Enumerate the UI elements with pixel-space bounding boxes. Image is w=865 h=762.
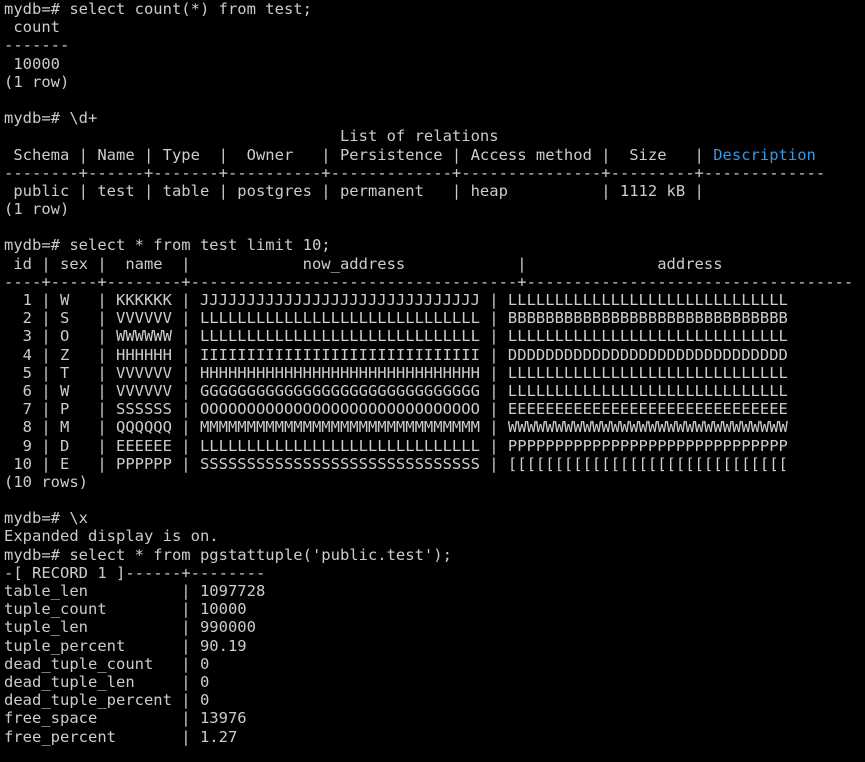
terminal-line: Schema | Name | Type | Owner | Persisten…	[4, 146, 865, 164]
terminal-line-text: (1 row)	[4, 72, 70, 91]
terminal-line-text: 8 | M | QQQQQQ | MMMMMMMMMMMMMMMMMMMMMMM…	[4, 418, 788, 437]
terminal-output: mydb=# select count(*) from test; count -…	[4, 0, 865, 746]
terminal-line: mydb=# select * from pgstattuple('public…	[4, 546, 865, 564]
terminal-line: count	[4, 18, 865, 36]
terminal-line: (1 row)	[4, 200, 865, 218]
terminal-window[interactable]: mydb=# select count(*) from test; count -…	[0, 0, 865, 762]
terminal-line-text: ----+-----+--------+--------------------…	[4, 272, 854, 291]
terminal-line: free_space | 13976	[4, 709, 865, 727]
terminal-line: 3 | O | WWWWWW | LLLLLLLLLLLLLLLLLLLLLLL…	[4, 327, 865, 345]
terminal-line-text: --------+------+-------+----------+-----…	[4, 163, 826, 182]
terminal-line: -------	[4, 36, 865, 54]
terminal-line-text: 10 | E | PPPPPP | SSSSSSSSSSSSSSSSSSSSSS…	[4, 454, 788, 473]
terminal-line: List of relations	[4, 127, 865, 145]
terminal-line: 4 | Z | HHHHHH | IIIIIIIIIIIIIIIIIIIIIII…	[4, 346, 865, 364]
terminal-line: 10 | E | PPPPPP | SSSSSSSSSSSSSSSSSSSSSS…	[4, 455, 865, 473]
terminal-line-text: 5 | T | VVVVVV | HHHHHHHHHHHHHHHHHHHHHHH…	[4, 363, 788, 382]
terminal-line-text: (10 rows)	[4, 472, 88, 491]
terminal-line-text: mydb=# select * from test limit 10;	[4, 236, 331, 255]
terminal-line-text: 7 | P | SSSSSS | OOOOOOOOOOOOOOOOOOOOOOO…	[4, 400, 788, 419]
terminal-line-text: mydb=# \x	[4, 509, 88, 528]
terminal-line-text: tuple_len | 990000	[4, 618, 256, 637]
terminal-line: tuple_len | 990000	[4, 618, 865, 636]
terminal-line: 9 | D | EEEEEE | LLLLLLLLLLLLLLLLLLLLLLL…	[4, 437, 865, 455]
terminal-line-text: tuple_count | 10000	[4, 600, 247, 619]
terminal-line-text: 3 | O | WWWWWW | LLLLLLLLLLLLLLLLLLLLLLL…	[4, 327, 788, 346]
terminal-line-text: dead_tuple_count | 0	[4, 654, 210, 673]
terminal-line-text: public | test | table | postgres | perma…	[4, 181, 704, 200]
terminal-line: mydb=# select * from test limit 10;	[4, 236, 865, 254]
terminal-line: dead_tuple_len | 0	[4, 673, 865, 691]
terminal-line-text: List of relations	[4, 127, 499, 146]
terminal-line-text: Expanded display is on.	[4, 527, 219, 546]
terminal-line: --------+------+-------+----------+-----…	[4, 164, 865, 182]
terminal-line-text: mydb=# select * from pgstattuple('public…	[4, 545, 452, 564]
terminal-line-text: -[ RECORD 1 ]------+--------	[4, 563, 266, 582]
terminal-line: table_len | 1097728	[4, 582, 865, 600]
terminal-line-text: Schema | Name | Type | Owner | Persisten…	[4, 145, 714, 164]
terminal-line-text: 10000	[4, 54, 60, 73]
terminal-line: ----+-----+--------+--------------------…	[4, 273, 865, 291]
terminal-line: free_percent | 1.27	[4, 728, 865, 746]
terminal-line: dead_tuple_percent | 0	[4, 691, 865, 709]
terminal-line: public | test | table | postgres | perma…	[4, 182, 865, 200]
terminal-line: 7 | P | SSSSSS | OOOOOOOOOOOOOOOOOOOOOOO…	[4, 400, 865, 418]
terminal-line-text: 6 | W | VVVVVV | GGGGGGGGGGGGGGGGGGGGGGG…	[4, 381, 788, 400]
terminal-line: tuple_count | 10000	[4, 600, 865, 618]
terminal-line-text: -------	[4, 36, 70, 55]
terminal-line: mydb=# \x	[4, 509, 865, 527]
terminal-line: (10 rows)	[4, 473, 865, 491]
terminal-line: 6 | W | VVVVVV | GGGGGGGGGGGGGGGGGGGGGGG…	[4, 382, 865, 400]
terminal-line: 5 | T | VVVVVV | HHHHHHHHHHHHHHHHHHHHHHH…	[4, 364, 865, 382]
terminal-line-text: 1 | W | KKKKKK | JJJJJJJJJJJJJJJJJJJJJJJ…	[4, 291, 788, 309]
terminal-line-text: id | sex | name | now_address | address	[4, 254, 723, 273]
terminal-line: mydb=# \d+	[4, 109, 865, 127]
column-header-description: Description	[713, 145, 816, 164]
terminal-line: mydb=# select count(*) from test;	[4, 0, 865, 18]
terminal-line: tuple_percent | 90.19	[4, 637, 865, 655]
terminal-line-text: 4 | Z | HHHHHH | IIIIIIIIIIIIIIIIIIIIIII…	[4, 345, 788, 364]
terminal-line-text: count	[4, 18, 60, 37]
terminal-line-text: mydb=# select count(*) from test;	[4, 0, 312, 18]
terminal-line: dead_tuple_count | 0	[4, 655, 865, 673]
terminal-line-text: 2 | S | VVVVVV | LLLLLLLLLLLLLLLLLLLLLLL…	[4, 309, 788, 328]
terminal-line: (1 row)	[4, 73, 865, 91]
terminal-line: 2 | S | VVVVVV | LLLLLLLLLLLLLLLLLLLLLLL…	[4, 309, 865, 327]
terminal-line-text: 9 | D | EEEEEE | LLLLLLLLLLLLLLLLLLLLLLL…	[4, 436, 788, 455]
terminal-line: Expanded display is on.	[4, 527, 865, 545]
terminal-line-text: free_percent | 1.27	[4, 727, 238, 746]
terminal-line: id | sex | name | now_address | address	[4, 255, 865, 273]
terminal-line-text: tuple_percent | 90.19	[4, 636, 247, 655]
terminal-line-text: free_space | 13976	[4, 709, 247, 728]
terminal-line-text: dead_tuple_len | 0	[4, 672, 210, 691]
terminal-line: 10000	[4, 55, 865, 73]
terminal-line: -[ RECORD 1 ]------+--------	[4, 564, 865, 582]
terminal-line: 8 | M | QQQQQQ | MMMMMMMMMMMMMMMMMMMMMMM…	[4, 418, 865, 436]
terminal-line: 1 | W | KKKKKK | JJJJJJJJJJJJJJJJJJJJJJJ…	[4, 291, 865, 309]
terminal-line-text: dead_tuple_percent | 0	[4, 691, 210, 710]
terminal-line-text: (1 row)	[4, 200, 70, 219]
terminal-line-text: table_len | 1097728	[4, 582, 266, 600]
terminal-line-text: mydb=# \d+	[4, 109, 98, 128]
